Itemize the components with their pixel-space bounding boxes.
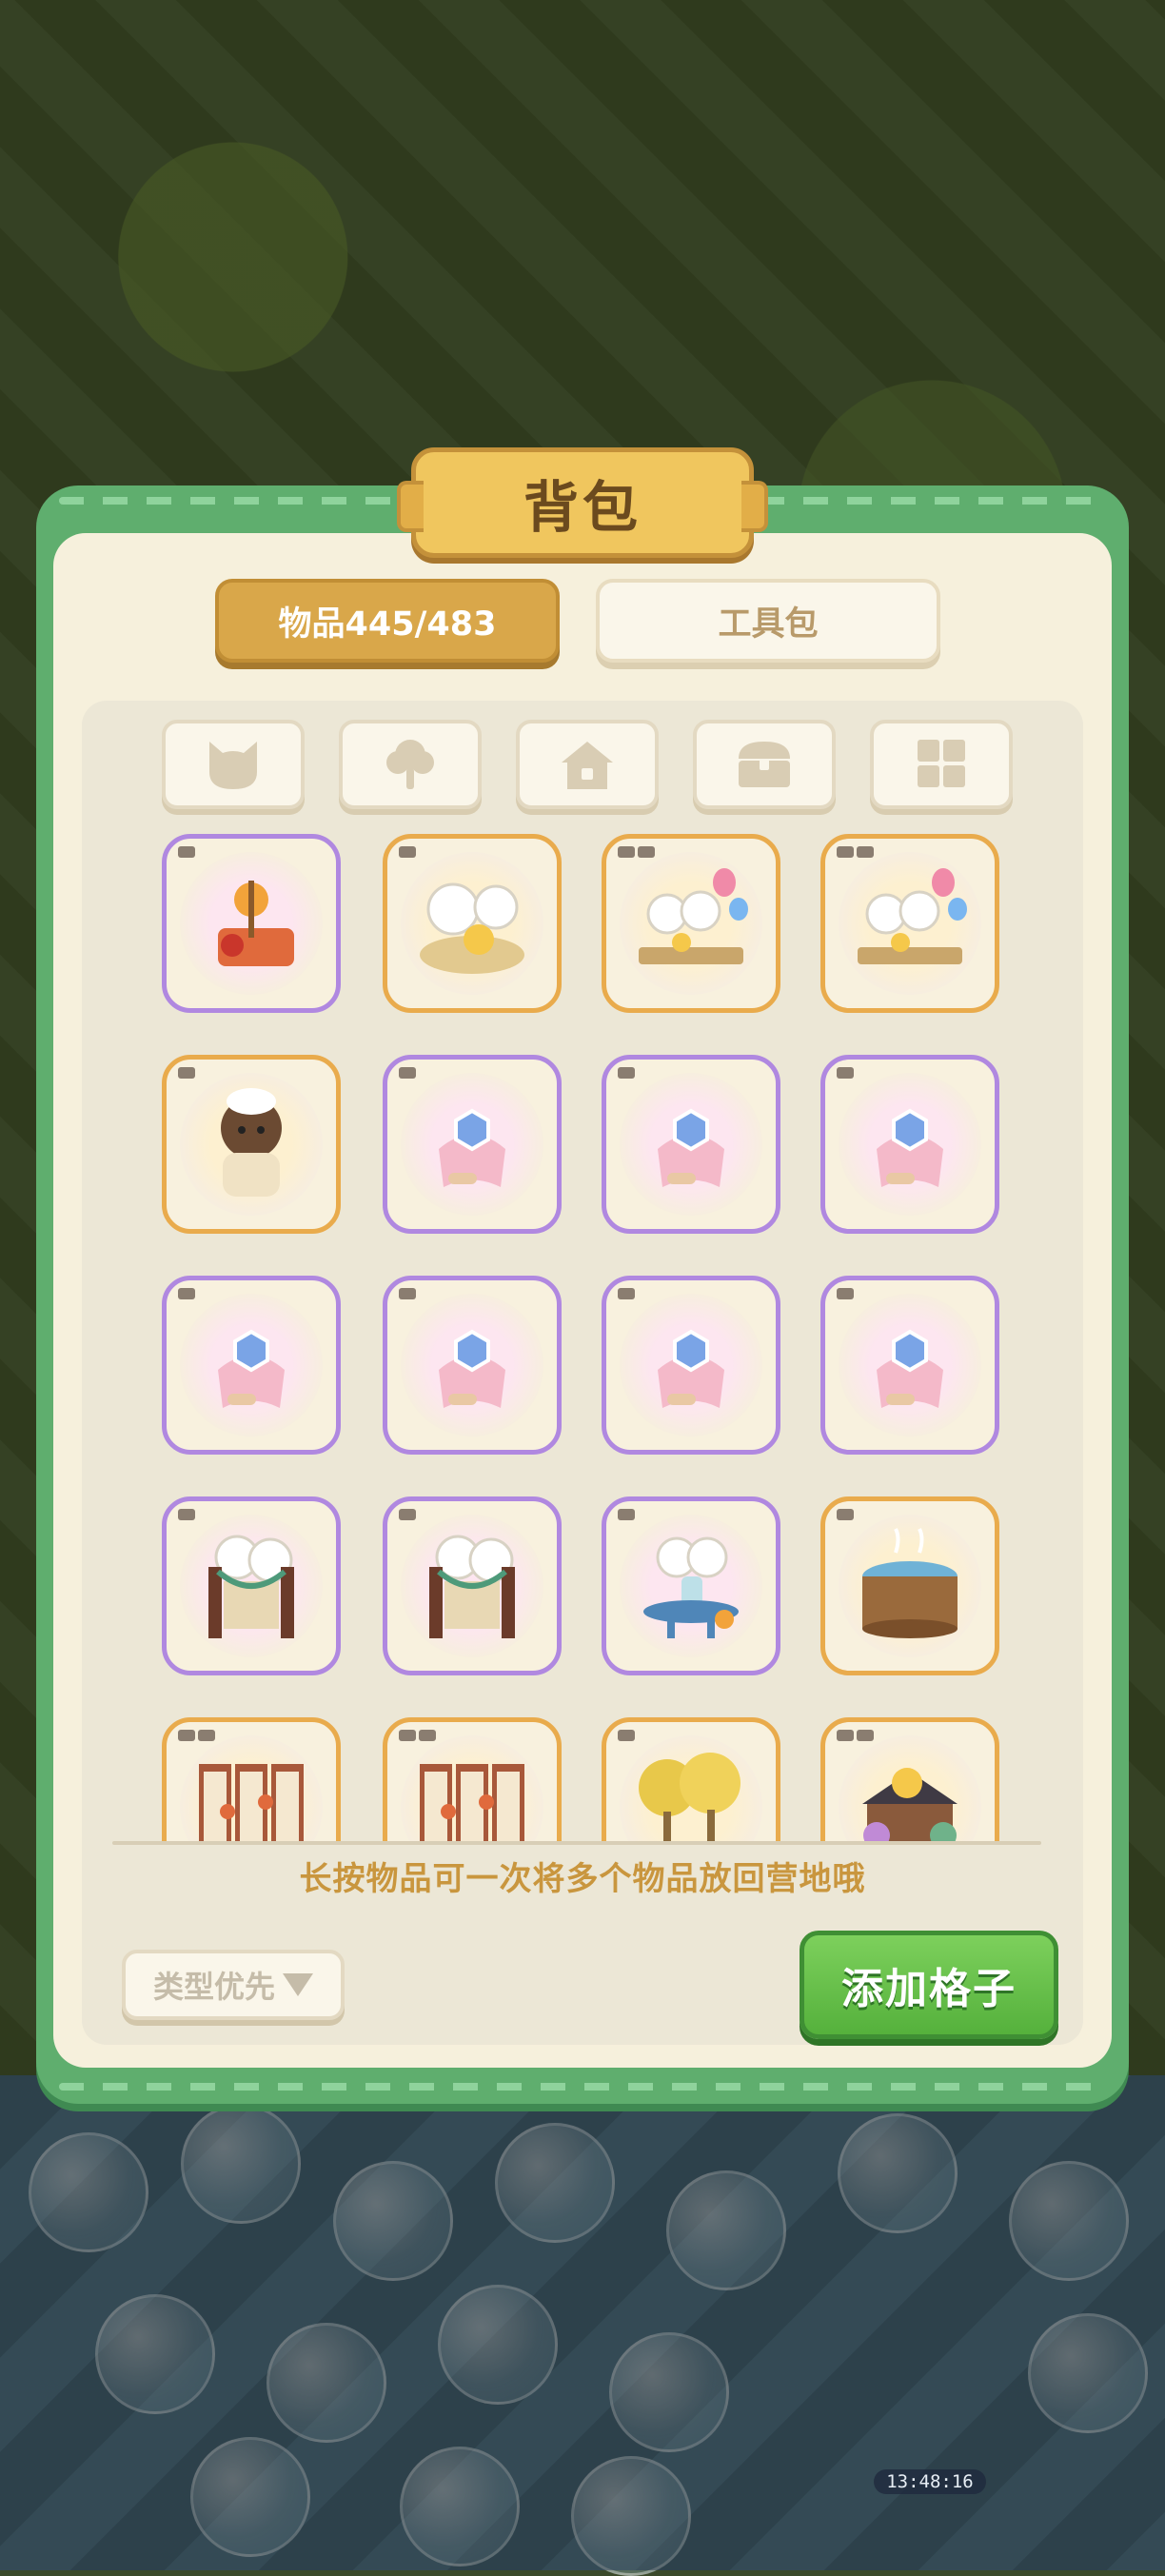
item-tag-icon	[837, 846, 874, 858]
flower-arch-icon	[429, 1535, 515, 1638]
item-tag-icon	[399, 1509, 416, 1520]
inventory-item-slot[interactable]	[162, 1717, 341, 1841]
item-tag-icon	[399, 1288, 416, 1299]
sort-dropdown[interactable]: 类型优先	[122, 1950, 345, 2020]
item-tag-icon	[178, 1067, 195, 1079]
flower-arch-icon	[208, 1535, 294, 1638]
add-slot-button[interactable]: 添加格子	[800, 1931, 1058, 2039]
inventory-item-slot[interactable]	[162, 1055, 341, 1234]
inventory-item-slot[interactable]	[162, 834, 341, 1013]
inventory-item-slot[interactable]	[383, 1276, 562, 1455]
inventory-item-slot[interactable]	[162, 1496, 341, 1675]
tab-items[interactable]: 物品445/483	[215, 579, 560, 663]
inventory-item-slot[interactable]	[383, 1055, 562, 1234]
inventory-item-slot[interactable]	[820, 1055, 999, 1234]
inventory-item-slot[interactable]	[383, 834, 562, 1013]
grid-icon	[918, 740, 965, 787]
scroll-badge-icon	[877, 1329, 943, 1408]
dandelion-duck-icon	[420, 882, 524, 974]
tab-toolkit[interactable]: 工具包	[596, 579, 940, 663]
flower-fence-balloon-icon	[639, 868, 748, 964]
inventory-item-slot[interactable]	[820, 834, 999, 1013]
scroll-badge-icon	[218, 1329, 285, 1408]
inventory-item-slot[interactable]	[820, 1276, 999, 1455]
bear-chef-icon	[221, 1088, 282, 1197]
panel-title: 背包	[523, 475, 642, 540]
garden-house-duck-icon	[862, 1768, 958, 1841]
inventory-item-slot[interactable]	[383, 1496, 562, 1675]
item-tag-icon	[178, 846, 195, 858]
folding-screen-icon	[199, 1764, 304, 1841]
scroll-badge-icon	[658, 1108, 724, 1187]
inventory-item-slot[interactable]	[602, 834, 780, 1013]
item-tag-icon	[837, 1509, 854, 1520]
item-tag-icon	[837, 1288, 854, 1299]
item-tag-icon	[618, 1509, 635, 1520]
wooden-hot-tub-icon	[862, 1528, 958, 1638]
item-tag-icon	[837, 1730, 874, 1741]
inventory-item-slot[interactable]	[162, 1276, 341, 1455]
inventory-item-slot[interactable]	[602, 1717, 780, 1841]
folding-screen-icon	[420, 1764, 524, 1841]
inventory-item-slot[interactable]	[602, 1055, 780, 1234]
inventory-item-slot[interactable]	[602, 1496, 780, 1675]
title-banner: 背包	[397, 447, 768, 558]
grid-divider	[112, 1841, 1041, 1845]
house-icon	[562, 742, 613, 789]
inventory-item-slot[interactable]	[383, 1717, 562, 1841]
sort-label: 类型优先	[152, 1969, 275, 2005]
dropdown-arrow-icon	[283, 1973, 313, 1996]
item-tag-icon	[618, 846, 655, 858]
filter-pets-button[interactable]	[162, 720, 305, 809]
item-grid	[82, 828, 1083, 1841]
item-tag-icon	[618, 1067, 635, 1079]
item-tag-icon	[399, 1730, 436, 1741]
scroll-badge-icon	[439, 1329, 505, 1408]
filter-chests-button[interactable]	[693, 720, 836, 809]
filter-buildings-button[interactable]	[516, 720, 659, 809]
inventory-item-slot[interactable]	[602, 1276, 780, 1455]
chest-icon	[739, 742, 790, 787]
flower-vase-table-icon	[643, 1536, 739, 1638]
hint-text: 长按物品可一次将多个物品放回营地哦	[299, 1860, 866, 1898]
filter-all-button[interactable]	[870, 720, 1013, 809]
lantern-decoration-icon	[218, 881, 294, 966]
scroll-badge-icon	[877, 1108, 943, 1187]
flower-fence-balloon-icon	[858, 868, 967, 964]
item-tag-icon	[399, 1067, 416, 1079]
item-tag-icon	[618, 1288, 635, 1299]
ginkgo-trees-icon	[639, 1753, 740, 1841]
item-tag-icon	[178, 1288, 195, 1299]
inventory-item-slot[interactable]	[820, 1717, 999, 1841]
item-tag-icon	[618, 1730, 635, 1741]
timer-badge: 13:48:16	[874, 2469, 986, 2494]
scroll-badge-icon	[658, 1329, 724, 1408]
tree-icon	[386, 740, 434, 789]
cat-icon	[209, 742, 257, 789]
item-tag-icon	[837, 1067, 854, 1079]
inventory-item-slot[interactable]	[820, 1496, 999, 1675]
item-tag-icon	[178, 1509, 195, 1520]
scroll-badge-icon	[439, 1108, 505, 1187]
item-tag-icon	[178, 1730, 215, 1741]
item-tag-icon	[399, 846, 416, 858]
filter-plants-button[interactable]	[339, 720, 482, 809]
